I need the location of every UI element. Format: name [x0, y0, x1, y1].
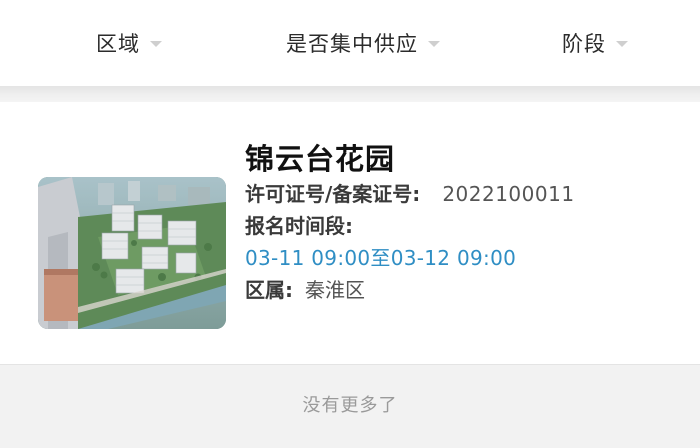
filter-stage-dropdown[interactable]: 阶段	[562, 26, 628, 60]
no-more-text: 没有更多了	[302, 395, 398, 416]
registration-period: 03-11 09:00至03-12 09:00	[245, 246, 517, 270]
section-divider	[0, 86, 700, 102]
district-row: 区属: 秦淮区	[245, 274, 575, 306]
caret-down-icon	[150, 41, 162, 47]
permit-row: 许可证号/备案证号: 2022100011	[245, 178, 575, 210]
caret-down-icon	[616, 41, 628, 47]
permit-number: 2022100011	[442, 182, 575, 206]
list-end-footer: 没有更多了	[0, 364, 700, 448]
registration-period-row: 03-11 09:00至03-12 09:00	[245, 242, 575, 274]
filter-stage-label: 阶段	[562, 32, 606, 56]
filter-region-dropdown[interactable]: 区域	[96, 26, 162, 60]
filter-region-label: 区域	[96, 32, 140, 56]
registration-label: 报名时间段:	[245, 214, 353, 238]
filter-centralized-supply-dropdown[interactable]: 是否集中供应	[286, 26, 440, 60]
listing-info: 锦云台花园 许可证号/备案证号: 2022100011 报名时间段: 03-11 …	[245, 140, 575, 306]
listing-thumbnail	[38, 177, 226, 329]
district-value: 秦淮区	[305, 278, 365, 302]
listing-title: 锦云台花园	[245, 142, 396, 176]
filter-bar: 区域 是否集中供应 阶段	[0, 0, 700, 86]
listing-card[interactable]: 锦云台花园 许可证号/备案证号: 2022100011 报名时间段: 03-11 …	[0, 102, 700, 364]
caret-down-icon	[428, 41, 440, 47]
filter-centralized-supply-label: 是否集中供应	[286, 32, 418, 56]
registration-row: 报名时间段:	[245, 210, 575, 242]
permit-label: 许可证号/备案证号:	[245, 182, 421, 206]
district-label: 区属:	[245, 278, 293, 302]
